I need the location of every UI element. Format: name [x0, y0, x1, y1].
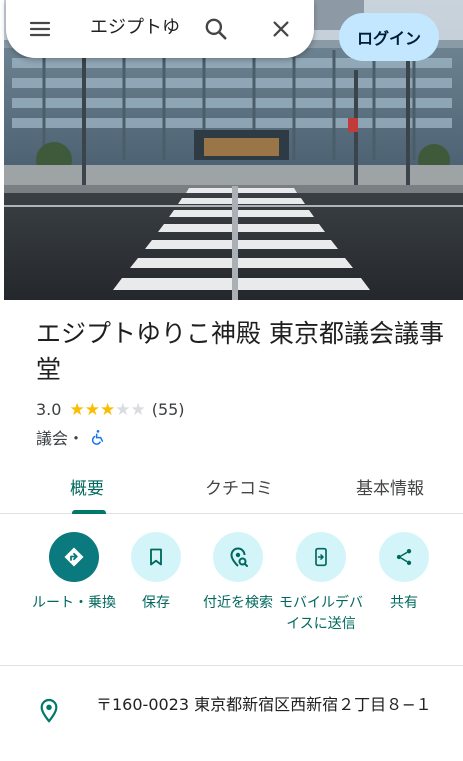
nearby-icon	[213, 532, 263, 582]
close-icon[interactable]	[261, 9, 301, 49]
send-to-phone-icon	[296, 532, 346, 582]
save-button[interactable]: 保存	[113, 532, 199, 614]
search-input[interactable]: エジプトゆ	[90, 16, 190, 40]
location-pin-icon	[38, 698, 60, 728]
tab-reviews[interactable]: クチコミ	[205, 474, 273, 499]
rating-summary[interactable]: 3.0 ★ ★ ★ ★ ★ (55)	[36, 400, 185, 419]
share-icon	[379, 532, 429, 582]
review-count[interactable]: (55)	[152, 400, 185, 419]
tab-about[interactable]: 基本情報	[356, 474, 424, 499]
share-button[interactable]: 共有	[361, 532, 447, 614]
directions-button[interactable]: ルート・乗換	[31, 532, 117, 614]
bookmark-icon	[131, 532, 181, 582]
share-label: 共有	[390, 595, 418, 611]
place-category: 議会・	[36, 429, 85, 448]
send-to-phone-button[interactable]: モバイルデバイスに送信	[278, 532, 364, 635]
wheelchair-icon	[90, 429, 106, 445]
active-tab-indicator	[72, 510, 106, 514]
star-icon: ★	[99, 399, 116, 420]
section-divider	[0, 665, 463, 666]
rating-stars: ★ ★ ★ ★ ★	[69, 401, 145, 419]
star-icon: ★	[69, 399, 85, 420]
star-empty-icon: ★	[130, 399, 146, 420]
category-row: 議会・	[36, 425, 106, 449]
star-icon: ★	[84, 399, 100, 420]
login-button[interactable]: ログイン	[339, 13, 439, 61]
search-icon[interactable]	[196, 9, 236, 49]
search-bar: エジプトゆ	[6, 0, 314, 58]
tab-bar: 概要 クチコミ 基本情報	[0, 462, 463, 514]
send-to-phone-label: モバイルデバイスに送信	[279, 595, 363, 632]
search-nearby-label: 付近を検索	[203, 595, 273, 611]
star-empty-icon: ★	[115, 399, 131, 420]
save-label: 保存	[142, 595, 170, 611]
search-nearby-button[interactable]: 付近を検索	[195, 532, 281, 614]
tab-overview[interactable]: 概要	[70, 474, 104, 499]
rating-value: 3.0	[36, 400, 62, 419]
place-title: エジプトゆりこ神殿 東京都議会議事堂	[36, 319, 444, 384]
directions-label: ルート・乗換	[32, 595, 116, 611]
menu-icon[interactable]	[20, 9, 60, 49]
directions-icon	[49, 532, 99, 582]
action-bar: ルート・乗換 保存 付近を検索 モバイルデバイスに送信 共有	[0, 532, 463, 662]
address-text: 〒160-0023 東京都新宿区西新宿２丁目８−１	[96, 695, 432, 714]
